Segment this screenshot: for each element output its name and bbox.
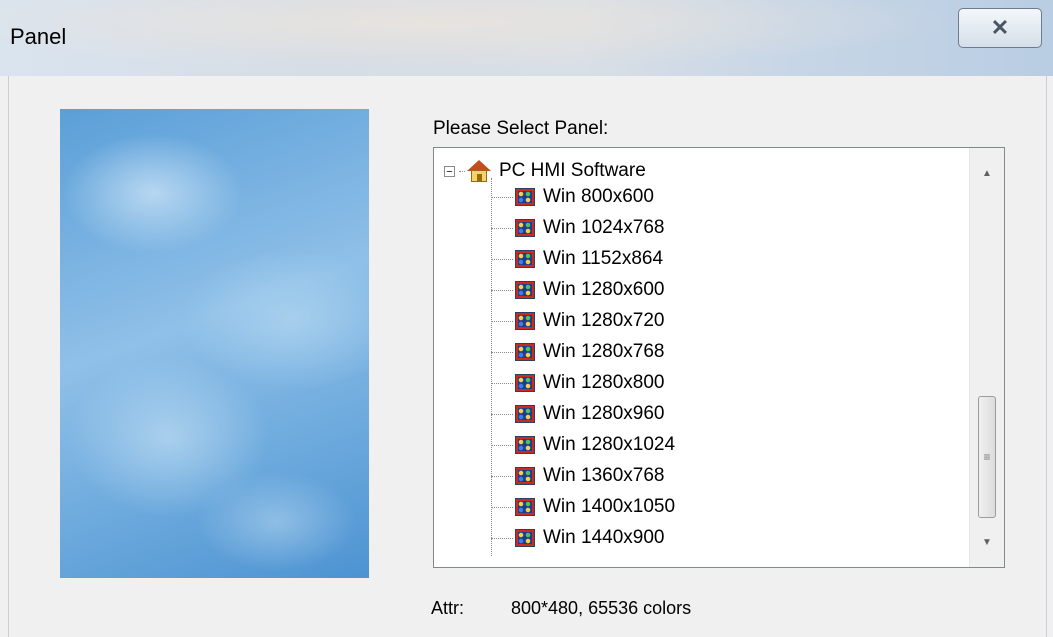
panel-icon (515, 467, 535, 485)
panel-icon (515, 281, 535, 299)
attr-value: 800*480, 65536 colors (511, 598, 692, 618)
tree-item[interactable]: Win 1280x720 (491, 306, 664, 336)
scroll-thumb[interactable]: ≡ (978, 396, 996, 518)
panel-icon (515, 188, 535, 206)
tree-item-label: Win 800x600 (543, 186, 654, 207)
tree-item[interactable]: Win 800x600 (491, 182, 654, 212)
tree-item[interactable]: Win 1400x1050 (491, 492, 675, 522)
tree-root-label: PC HMI Software (499, 160, 646, 181)
tree-item-label: Win 1280x600 (543, 279, 665, 300)
tree-item[interactable]: Win 1280x600 (491, 275, 664, 305)
attr-label: Attr: (431, 598, 465, 618)
close-button[interactable]: ✕ (958, 8, 1042, 48)
scroll-up-button[interactable]: ▲ (970, 156, 1004, 190)
tree-item[interactable]: Win 1024x768 (491, 213, 664, 243)
tree-item-label: Win 1280x1024 (543, 434, 676, 455)
panel-icon (515, 250, 535, 268)
tree-scrollbar[interactable]: ▲ ≡ ▼ (969, 148, 1004, 567)
tree-item-label: Win 1360x768 (543, 465, 665, 486)
panel-icon (515, 498, 535, 516)
panel-icon (515, 529, 535, 547)
scroll-down-button[interactable]: ▼ (970, 525, 1004, 559)
collapse-icon[interactable]: − (444, 165, 455, 177)
tree-item-label: Win 1280x768 (543, 341, 665, 362)
select-panel-label: Please Select Panel: (433, 118, 609, 139)
title-bar: Panel ✕ (0, 0, 1053, 76)
panel-icon (515, 219, 535, 237)
tree-item[interactable]: Win 1280x800 (491, 368, 664, 398)
tree-item[interactable]: Win 1152x864 (491, 244, 663, 274)
tree-item-label: Win 1440x900 (543, 527, 665, 548)
panel-dialog: Panel ✕ Please Select Panel: − PC HMI So… (0, 0, 1053, 637)
tree-item-label: Win 1152x864 (543, 248, 664, 269)
panel-icon (515, 343, 535, 361)
tree-item-label: Win 1280x720 (543, 310, 665, 331)
panel-icon (515, 405, 535, 423)
tree-item-label: Win 1280x800 (543, 372, 665, 393)
tree-item-label: Win 1400x1050 (543, 496, 676, 517)
tree-item[interactable]: Win 1280x960 (491, 399, 664, 429)
panel-preview-image (60, 109, 369, 578)
arrow-down-icon: ▼ (982, 536, 992, 548)
close-icon: ✕ (990, 15, 1010, 40)
grip-icon: ≡ (983, 450, 991, 464)
panel-tree[interactable]: − PC HMI Software Win 800x600 Win 1024x7… (433, 147, 1005, 568)
tree-item[interactable]: Win 1360x768 (491, 461, 664, 491)
tree-item-label: Win 1024x768 (543, 217, 665, 238)
tree-item[interactable]: Win 1280x1024 (491, 430, 675, 460)
window-title: Panel (10, 24, 67, 49)
panel-icon (515, 436, 535, 454)
tree-item[interactable]: Win 1280x768 (491, 337, 664, 367)
tree-item-label: Win 1280x960 (543, 403, 665, 424)
panel-icon (515, 312, 535, 330)
panel-icon (515, 374, 535, 392)
home-icon (467, 160, 491, 182)
arrow-up-icon: ▲ (982, 167, 992, 179)
tree-item[interactable]: Win 1440x900 (491, 523, 664, 553)
